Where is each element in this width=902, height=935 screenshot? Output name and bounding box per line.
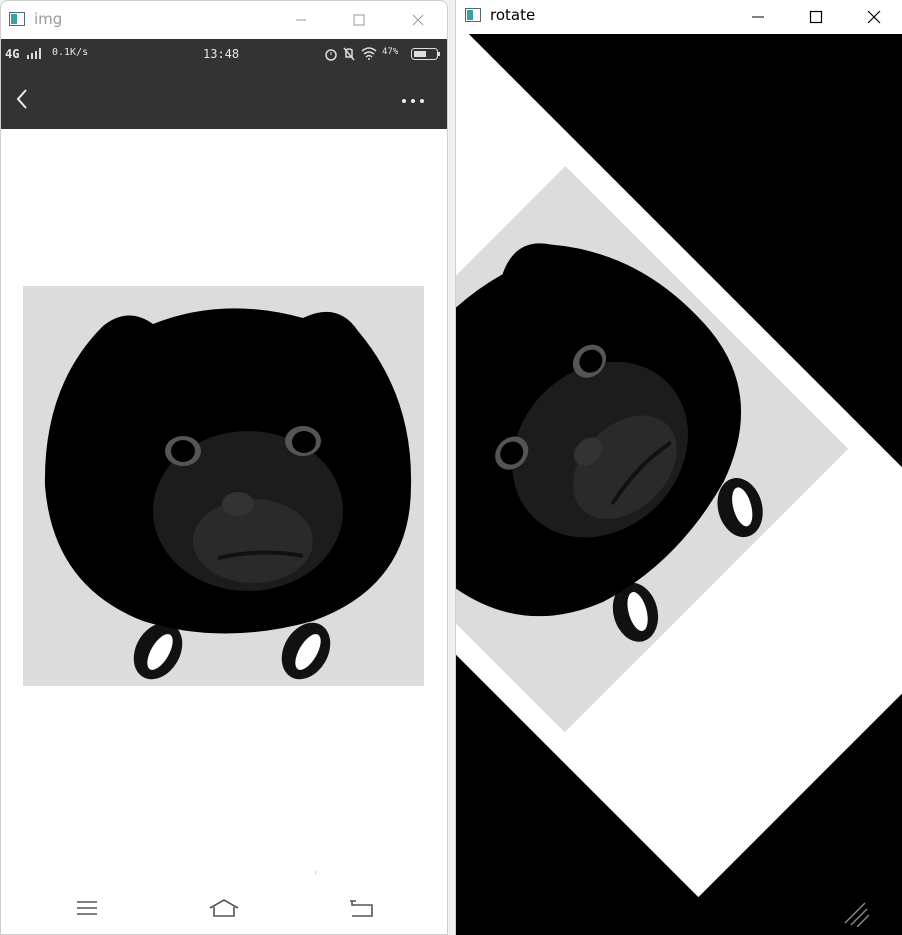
img-window: img 4G 0.1K/s 13:48 47% <box>0 0 448 935</box>
window-title: rotate <box>490 6 536 24</box>
network-label: 4G <box>5 47 20 61</box>
minimize-button[interactable] <box>729 0 787 34</box>
window-app-icon <box>9 12 25 26</box>
wifi-icon <box>361 47 377 60</box>
mute-icon <box>343 47 355 61</box>
close-icon <box>867 10 881 24</box>
home-icon[interactable] <box>208 898 240 918</box>
network-speed: 0.1K/s <box>52 47 89 58</box>
window-title: img <box>34 10 63 28</box>
img-window-titlebar[interactable]: img <box>1 1 447 39</box>
signal-icon <box>27 48 41 59</box>
resize-grip-icon[interactable] <box>841 899 869 927</box>
phone-status-bar: 4G 0.1K/s 13:48 47% <box>1 39 447 70</box>
maximize-icon <box>353 14 365 26</box>
maximize-icon <box>809 10 823 24</box>
return-icon[interactable] <box>348 898 374 918</box>
window-app-icon <box>465 8 481 22</box>
rotated-phone-screenshot <box>456 34 902 898</box>
status-time: 13:48 <box>203 47 240 61</box>
more-icon[interactable] <box>401 98 425 104</box>
maximize-button[interactable] <box>787 0 845 34</box>
phone-app-bar <box>1 70 447 129</box>
phone-nav-bar <box>1 874 447 934</box>
rotated-image-canvas <box>456 34 902 935</box>
minimize-icon <box>752 16 764 18</box>
face-photo <box>23 286 424 686</box>
minimize-button[interactable] <box>272 1 330 39</box>
phone-screenshot: 4G 0.1K/s 13:48 47% CH S <box>1 39 447 934</box>
rotate-window-titlebar[interactable]: rotate <box>456 0 902 34</box>
back-arrow-icon[interactable] <box>15 88 29 110</box>
close-button[interactable] <box>389 1 447 39</box>
maximize-button[interactable] <box>330 1 388 39</box>
alarm-icon <box>325 49 337 61</box>
menu-icon[interactable] <box>76 900 98 916</box>
battery-icon <box>411 48 440 60</box>
close-button[interactable] <box>845 0 902 34</box>
rotate-window: rotate <box>455 0 902 935</box>
battery-percent: 47% <box>382 47 399 57</box>
minimize-icon <box>296 19 306 21</box>
close-icon <box>412 14 424 26</box>
